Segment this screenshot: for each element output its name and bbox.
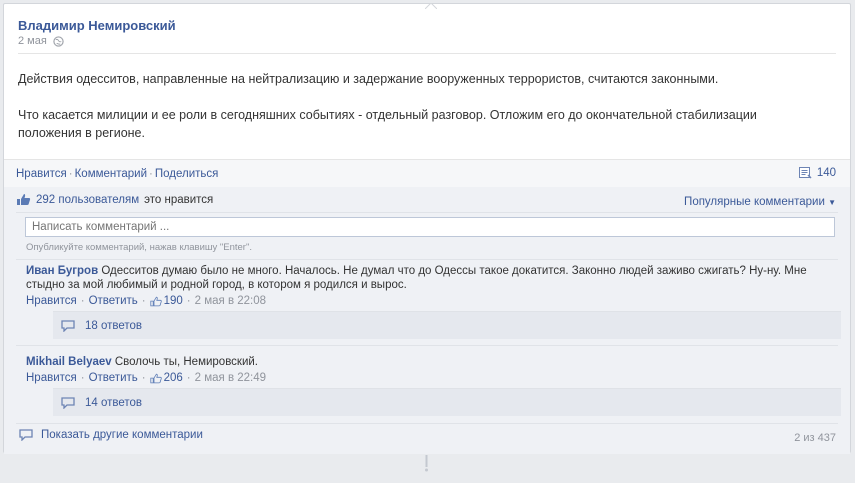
separator-dot: ·	[141, 372, 146, 384]
caret-down-icon: ▼	[828, 198, 836, 207]
replies-toggle[interactable]: 18 ответов	[53, 311, 841, 339]
comments-area: 292 пользователям это нравится Популярны…	[4, 187, 850, 454]
shares-count-button[interactable]: 140	[798, 167, 836, 179]
comment-link[interactable]: Комментарий	[75, 168, 147, 180]
comments-count: 2 из 437	[794, 432, 836, 444]
replies-toggle[interactable]: 14 ответов	[53, 388, 841, 416]
comment: Иван Бугров Одесситов думаю было не мног…	[26, 264, 836, 308]
divider	[16, 423, 838, 424]
comment-author[interactable]: Иван Бугров	[26, 265, 98, 277]
like-link[interactable]: Нравится	[16, 168, 67, 180]
post-card: Владимир Немировский 2 мая Действия одес…	[3, 3, 851, 454]
post-paragraph: Что касается милиции и ее роли в сегодня…	[18, 108, 757, 140]
comment-like-link[interactable]: Нравится	[26, 294, 77, 308]
card-pointer	[425, 3, 437, 9]
divider	[16, 345, 838, 346]
comment-text: Сволочь ты, Немировский.	[114, 356, 258, 368]
timeline-connector	[425, 455, 428, 472]
share-link[interactable]: Поделиться	[155, 168, 219, 180]
post-date[interactable]: 2 мая	[18, 35, 47, 47]
comment-time[interactable]: 2 мая в 22:08	[195, 294, 266, 308]
comment: Mikhail Belyaev Сволочь ты, Немировский.…	[26, 355, 836, 385]
post-actions: Нравится · Комментарий · Поделиться	[16, 168, 218, 180]
post-meta: 2 мая	[18, 35, 64, 47]
likes-count-link[interactable]: 292 пользователям	[36, 194, 139, 206]
divider	[16, 212, 838, 213]
separator-dot: ·	[186, 372, 191, 384]
speech-bubble-icon	[61, 319, 75, 332]
separator-dot: ·	[80, 295, 85, 307]
comment-likes-count[interactable]: 190	[164, 294, 183, 308]
header-divider	[18, 53, 836, 54]
replies-count: 18 ответов	[85, 319, 143, 332]
thumbs-up-icon	[149, 296, 162, 306]
comment-hint: Опубликуйте комментарий, нажав клавишу "…	[26, 242, 252, 253]
shares-count: 140	[816, 167, 836, 179]
comment-meta: Нравится · Ответить · 190 · 2 мая в 22:08	[26, 294, 836, 308]
speech-bubble-icon	[19, 429, 33, 441]
comment-text: Одесситов думаю было не много. Началось.…	[26, 265, 807, 291]
post-author[interactable]: Владимир Немировский	[18, 18, 176, 33]
show-more-label: Показать другие комментарии	[41, 429, 203, 441]
globe-icon	[53, 35, 64, 47]
comment-input[interactable]	[25, 217, 835, 237]
separator-dot: ·	[149, 168, 153, 180]
comment-author[interactable]: Mikhail Belyaev	[26, 356, 112, 368]
post-actions-bar: Нравится · Комментарий · Поделиться 140	[4, 159, 850, 188]
thumbs-up-icon	[149, 373, 162, 383]
comment-body: Mikhail Belyaev Сволочь ты, Немировский.	[26, 355, 836, 369]
sort-label: Популярные комментарии	[684, 196, 825, 208]
thumbs-up-icon	[17, 194, 31, 205]
sort-dropdown[interactable]: Популярные комментарии ▼	[684, 196, 836, 208]
show-more-comments[interactable]: Показать другие комментарии	[19, 429, 203, 441]
comment-time[interactable]: 2 мая в 22:49	[195, 371, 266, 385]
separator-dot: ·	[141, 295, 146, 307]
separator-dot: ·	[186, 295, 191, 307]
likes-summary: 292 пользователям это нравится	[16, 193, 213, 206]
comment-likes-count[interactable]: 206	[164, 371, 183, 385]
separator-dot: ·	[68, 168, 73, 180]
post-paragraph: Действия одесситов, направленные на нейт…	[18, 72, 719, 86]
comment-reply-link[interactable]: Ответить	[89, 371, 138, 385]
comment-reply-link[interactable]: Ответить	[89, 294, 138, 308]
comment-body: Иван Бугров Одесситов думаю было не мног…	[26, 264, 836, 292]
divider	[16, 259, 838, 260]
speech-bubble-icon	[61, 396, 75, 409]
separator-dot: ·	[80, 372, 85, 384]
comment-meta: Нравится · Ответить · 206 · 2 мая в 22:49	[26, 371, 836, 385]
replies-count: 14 ответов	[85, 396, 143, 409]
shares-icon	[798, 167, 812, 179]
post-body: Действия одесситов, направленные на нейт…	[18, 70, 808, 160]
likes-suffix: это нравится	[144, 193, 214, 206]
comment-like-link[interactable]: Нравится	[26, 371, 77, 385]
